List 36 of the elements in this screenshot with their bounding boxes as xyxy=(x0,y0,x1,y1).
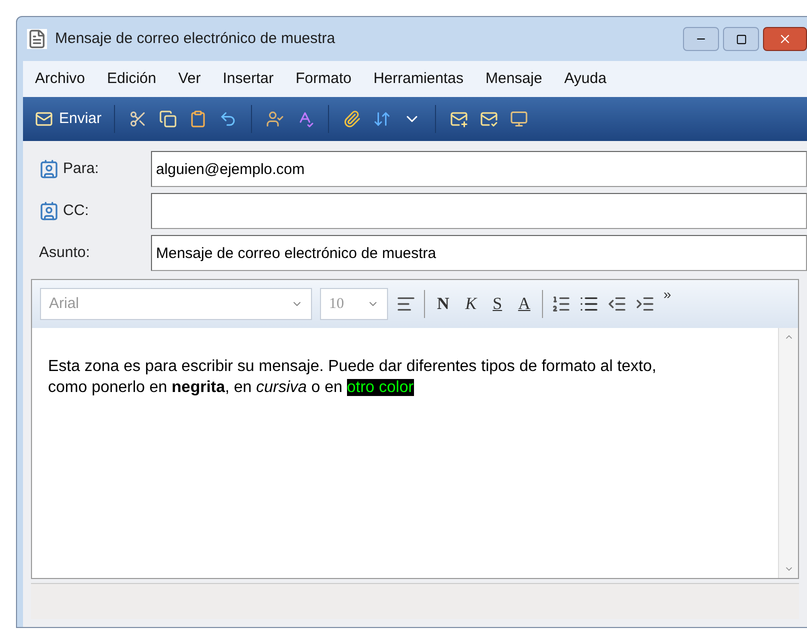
close-icon xyxy=(778,32,792,46)
input-field[interactable] xyxy=(151,193,807,229)
copy-icon xyxy=(158,110,177,128)
maximize-button[interactable] xyxy=(723,27,759,51)
mail-icon xyxy=(450,110,468,128)
mail-icon xyxy=(35,110,53,128)
user-check-icon xyxy=(266,110,284,128)
document-icon xyxy=(27,29,47,49)
field-label: CC: xyxy=(63,200,89,221)
field-label: Asunto: xyxy=(39,242,90,263)
numbered-list-icon[interactable] xyxy=(551,294,572,314)
menu-item[interactable]: Herramientas xyxy=(373,68,464,90)
menu-item[interactable]: Formato xyxy=(296,68,352,90)
menu-item[interactable]: Mensaje xyxy=(486,68,542,90)
undo-icon xyxy=(218,110,237,128)
menu-item[interactable]: Archivo xyxy=(35,68,86,90)
input-field[interactable]: alguien@ejemplo.com xyxy=(151,151,807,187)
address-card-icon xyxy=(39,159,59,179)
menu-item[interactable]: Ver xyxy=(178,68,201,90)
priority-icon xyxy=(372,110,391,128)
menu-item[interactable]: Ayuda xyxy=(564,68,606,90)
window-title: Mensaje de correo electrónico de muestra xyxy=(55,28,336,49)
menu-item[interactable]: Edición xyxy=(107,68,156,90)
maximize-icon xyxy=(736,34,746,44)
field-label: Para: xyxy=(63,158,99,179)
clipboard-icon xyxy=(188,110,207,128)
menu-item[interactable]: Insertar xyxy=(222,68,274,90)
send-button[interactable]: Enviar xyxy=(31,108,106,130)
close-button[interactable] xyxy=(763,27,807,51)
message-text: Esta zona es para escribir su mensaje. Puede dar diferentes tipos de formato al texto, como ponerlo en negrita, en cursiva o en otro color xyxy=(48,357,658,398)
monitor-icon xyxy=(510,110,528,128)
scissors-icon xyxy=(128,110,147,128)
input-field[interactable]: Mensaje de correo electrónico de muestra xyxy=(151,235,807,271)
paperclip-icon xyxy=(342,110,361,128)
mail-check-icon xyxy=(480,110,498,128)
address-card-icon xyxy=(39,201,59,221)
